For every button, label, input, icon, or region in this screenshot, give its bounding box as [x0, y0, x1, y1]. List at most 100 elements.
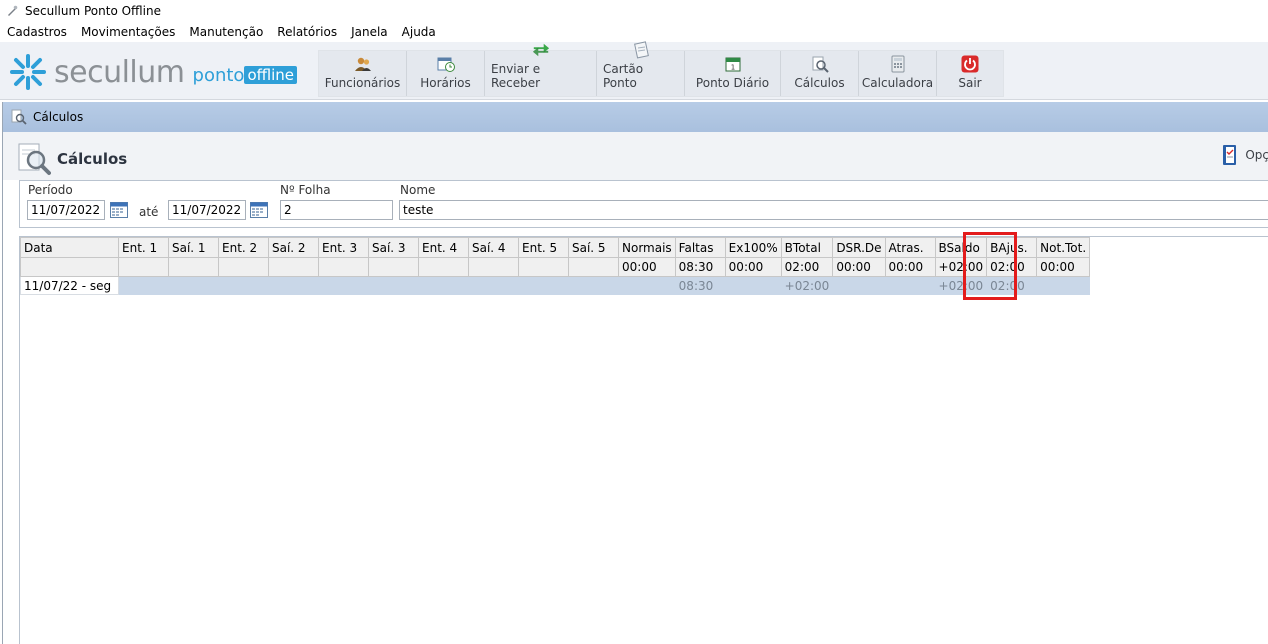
grid-cell[interactable] — [1036, 276, 1091, 295]
periodo-label: Período — [28, 183, 73, 197]
magnifier-document-icon — [17, 142, 51, 176]
funcionarios-button[interactable]: Funcionários — [319, 51, 407, 96]
grid-cell[interactable] — [832, 276, 886, 295]
total-cell — [568, 257, 619, 277]
cartao-ponto-button[interactable]: Cartão Ponto — [597, 41, 685, 96]
grid-cell[interactable] — [218, 276, 269, 295]
grid-cell[interactable] — [268, 276, 319, 295]
options-book-icon — [1221, 144, 1239, 166]
grid-cell[interactable] — [168, 276, 219, 295]
calculadora-button[interactable]: Calculadora — [859, 51, 937, 96]
sair-button[interactable]: Sair — [937, 51, 1003, 96]
column-header[interactable]: Saí. 4 — [468, 237, 519, 258]
cartao-ponto-label: Cartão Ponto — [603, 62, 644, 90]
grid-cell[interactable] — [518, 276, 569, 295]
menu-ajuda[interactable]: Ajuda — [395, 22, 443, 42]
date-cell[interactable]: 11/07/22 - seg — [20, 276, 119, 295]
calculations-icon — [11, 109, 27, 125]
grid-cell[interactable] — [468, 276, 519, 295]
child-window-titlebar: Cálculos — [3, 102, 1268, 132]
menu-janela[interactable]: Janela — [344, 22, 395, 42]
column-header[interactable]: Ent. 5 — [518, 237, 569, 258]
menu-manutencao[interactable]: Manutenção — [182, 22, 270, 42]
calendar-icon[interactable] — [250, 202, 268, 218]
periodo-end-field[interactable]: 11/07/2022 — [168, 200, 246, 220]
column-header[interactable]: BTotal — [780, 237, 834, 258]
ate-label: até — [139, 205, 159, 219]
logo-offline-badge: offline — [244, 66, 298, 84]
sync-arrows-icon — [532, 41, 550, 59]
column-header[interactable]: BSaldo — [934, 237, 988, 258]
calculos-button[interactable]: Cálculos — [781, 51, 859, 96]
page-title: Cálculos — [57, 150, 128, 168]
folha-field[interactable]: 2 — [280, 200, 393, 220]
total-cell: 00:00 — [724, 257, 782, 277]
column-header[interactable]: Atras. — [884, 237, 936, 258]
column-header[interactable]: DSR.De — [832, 237, 886, 258]
secullum-star-icon — [10, 54, 46, 90]
enviar-receber-label: Enviar e Receber — [491, 62, 541, 90]
grid-cell[interactable] — [568, 276, 619, 295]
main-toolbar: Funcionários Horários Enviar e Receber C… — [318, 41, 1004, 97]
column-header[interactable]: Not.Tot. — [1036, 237, 1091, 258]
grid-cell[interactable]: +02:00 — [934, 276, 988, 295]
horarios-button[interactable]: Horários — [407, 51, 485, 96]
calculos-window: Cálculos Cálculos Opç Período 11/07/2022… — [2, 102, 1268, 644]
grid-cell[interactable]: 08:30 — [674, 276, 726, 295]
grid-cell[interactable] — [368, 276, 419, 295]
time-card-icon — [632, 41, 650, 59]
opcoes-button[interactable]: Opç — [1221, 144, 1268, 166]
total-cell: 00:00 — [618, 257, 676, 277]
grid-cell[interactable] — [884, 276, 936, 295]
column-header[interactable]: Normais — [618, 237, 676, 258]
calculations-grid: Data Ent. 1 Saí. 1 Ent. 2 Saí. 2 Ent. 3 … — [19, 236, 1268, 644]
ponto-diario-button[interactable]: 1 Ponto Diário — [685, 51, 781, 96]
column-header[interactable]: Ex100% — [724, 237, 782, 258]
column-header[interactable]: Ent. 3 — [318, 237, 369, 258]
filter-panel: Período 11/07/2022 até 11/07/2022 Nº Fol… — [19, 180, 1268, 228]
table-row[interactable]: 11/07/22 - seg 08:30 +02:00 +02:00 02:00 — [20, 276, 1091, 295]
grid-header-row: Data Ent. 1 Saí. 1 Ent. 2 Saí. 2 Ent. 3 … — [20, 237, 1091, 258]
total-cell: 02:00 — [986, 257, 1038, 277]
menu-cadastros[interactable]: Cadastros — [0, 22, 74, 42]
calculadora-label: Calculadora — [861, 76, 934, 90]
column-header[interactable]: Saí. 1 — [168, 237, 219, 258]
enviar-receber-button[interactable]: Enviar e Receber — [485, 43, 597, 96]
grid-cell[interactable]: 02:00 — [986, 276, 1038, 295]
grid-cell[interactable]: +02:00 — [780, 276, 834, 295]
child-window-title: Cálculos — [33, 110, 84, 124]
calculos-label: Cálculos — [794, 76, 845, 90]
nome-field[interactable]: teste — [399, 200, 1268, 220]
grid-cell[interactable] — [618, 276, 676, 295]
column-header[interactable]: BAjus. — [986, 237, 1038, 258]
column-header[interactable]: Data — [20, 237, 119, 258]
schedule-icon — [437, 55, 455, 73]
grid-cell[interactable] — [418, 276, 469, 295]
total-cell — [468, 257, 519, 277]
column-header[interactable]: Saí. 2 — [268, 237, 319, 258]
secullum-logo: secullum ponto offline — [8, 52, 298, 92]
menu-movimentacoes[interactable]: Movimentações — [74, 22, 182, 42]
column-header[interactable]: Saí. 3 — [368, 237, 419, 258]
column-header[interactable]: Faltas — [674, 237, 726, 258]
menu-relatorios[interactable]: Relatórios — [270, 22, 344, 42]
logo-brand-text: secullum — [54, 54, 185, 90]
title-bar: Secullum Ponto Offline — [0, 0, 1268, 22]
periodo-start-field[interactable]: 11/07/2022 — [27, 200, 105, 220]
funcionarios-label: Funcionários — [324, 76, 401, 90]
total-cell — [118, 257, 169, 277]
grid-totals-row: 00:00 08:30 00:00 02:00 00:00 00:00 +02:… — [20, 257, 1091, 277]
column-header[interactable]: Ent. 1 — [118, 237, 169, 258]
calendar-day-icon: 1 — [724, 55, 742, 73]
column-header[interactable]: Ent. 2 — [218, 237, 269, 258]
opcoes-label: Opç — [1245, 148, 1268, 162]
logo-ponto-text: ponto — [192, 64, 245, 86]
grid-cell[interactable] — [118, 276, 169, 295]
total-cell — [418, 257, 469, 277]
column-header[interactable]: Ent. 4 — [418, 237, 469, 258]
column-header[interactable]: Saí. 5 — [568, 237, 619, 258]
grid-cell[interactable] — [318, 276, 369, 295]
calendar-icon[interactable] — [110, 202, 128, 218]
grid-cell[interactable] — [724, 276, 782, 295]
total-cell — [318, 257, 369, 277]
